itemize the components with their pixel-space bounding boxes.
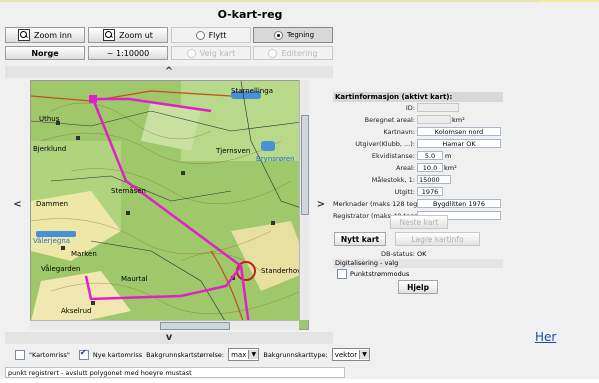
place-label: Vålerjegna xyxy=(33,236,70,245)
app-title: O-kart-reg xyxy=(217,8,283,21)
status-bar: punkt registrert - avslutt polygonet med… xyxy=(5,367,345,378)
next-map-button[interactable]: Neste kart xyxy=(390,215,448,229)
area-unit: km² xyxy=(444,163,457,172)
db-status-label: DB-status: xyxy=(381,250,415,258)
zoom-in-button[interactable]: Zoom inn xyxy=(5,27,85,43)
equidistance-label: Ekvidistanse: xyxy=(371,151,415,160)
map-vertical-scrollbar[interactable] xyxy=(299,80,309,320)
pan-down-button[interactable]: v xyxy=(5,332,333,344)
chevron-down-icon: ▼ xyxy=(248,350,259,359)
choose-map-radio-icon xyxy=(186,48,196,58)
zoom-in-icon xyxy=(18,29,31,41)
bg-size-value: max xyxy=(231,350,247,359)
place-label: Akselrud xyxy=(61,307,92,315)
place-label: Dammen xyxy=(36,200,68,208)
bg-size-label: Bakgrunnskartstørrelse: xyxy=(146,350,225,359)
place-label: Vålegarden xyxy=(41,264,80,273)
area-calc-unit: km² xyxy=(452,115,465,124)
area-label: Areal: xyxy=(396,163,415,172)
scale-button[interactable]: ~ 1:10000 xyxy=(88,46,168,60)
equidistance-field[interactable]: 5.0 xyxy=(417,151,443,160)
map-name-field[interactable]: Kolomsen nord xyxy=(417,127,501,136)
help-button[interactable]: Hjelp xyxy=(398,280,438,294)
new-frames-label: Nye kartomriss xyxy=(92,350,143,359)
zoom-out-button[interactable]: Zoom ut xyxy=(88,27,168,43)
move-radio[interactable]: Flytt xyxy=(171,27,251,43)
country-button[interactable]: Norge xyxy=(5,46,85,60)
pan-left-button[interactable]: < xyxy=(5,80,30,330)
move-label: Flytt xyxy=(208,30,227,40)
point-mode-checkbox[interactable] xyxy=(337,269,347,279)
save-info-button[interactable]: Lagre kartinfo xyxy=(395,232,480,246)
editing-radio[interactable]: Editering xyxy=(253,46,333,60)
place-label: Brynsrøren xyxy=(256,155,295,163)
place-label: Stemåsen xyxy=(111,186,146,195)
zoom-in-label: Zoom inn xyxy=(34,30,72,40)
place-label: Bjerklund xyxy=(33,145,66,153)
scale-label: Målestokk, 1: xyxy=(371,175,415,184)
drawing-label: Tegning xyxy=(286,31,315,39)
chevron-down-icon: ▼ xyxy=(359,350,370,359)
map-view[interactable]: Starnellinga Uthus Bjerklund Tjernsven B… xyxy=(30,80,309,330)
area-calc-field[interactable] xyxy=(417,115,451,124)
publisher-label: Utgiver(Klubb, ...): xyxy=(355,139,415,148)
publisher-field[interactable]: Hamar OK xyxy=(417,139,501,148)
move-radio-icon xyxy=(195,30,205,40)
choose-map-radio[interactable]: Velg kart xyxy=(171,46,251,60)
point-mode-label: Punktstrømmodus xyxy=(350,270,410,278)
place-label: Starnellinga xyxy=(231,87,273,95)
map-name-label: Kartnavn: xyxy=(383,127,415,136)
editing-radio-icon xyxy=(268,48,278,58)
place-label: Tjernsven xyxy=(215,147,250,155)
db-status-value: OK xyxy=(417,250,427,258)
scale-field[interactable]: 15000 xyxy=(417,175,451,184)
pan-right-button[interactable]: > xyxy=(309,80,333,330)
map-frame-label: "Kartomriss" xyxy=(29,350,70,359)
editing-label: Editering xyxy=(281,48,318,58)
new-map-button[interactable]: Nytt kart xyxy=(334,232,386,246)
zoom-out-icon xyxy=(103,29,116,41)
orienteering-map: Starnellinga Uthus Bjerklund Tjernsven B… xyxy=(31,81,308,329)
db-status-row: DB-status: OK xyxy=(333,249,503,259)
bg-type-label: Bakgrunnskarttype: xyxy=(263,350,328,359)
bg-type-select[interactable]: vektor ▼ xyxy=(331,348,371,361)
bg-size-select[interactable]: max ▼ xyxy=(228,348,260,361)
area-calc-label: Beregnet areal: xyxy=(364,115,415,124)
drawing-radio[interactable]: Tegning xyxy=(253,27,333,43)
point-mode-toggle[interactable]: Punktstrømmodus xyxy=(337,269,409,279)
bottom-controls: "Kartomriss" Nye kartomriss Bakgrunnskar… xyxy=(15,348,371,361)
area-field[interactable]: 10.0 xyxy=(417,163,443,172)
notes-label: Merknader (maks 128 tegn): xyxy=(333,199,427,208)
horizontal-scroll-thumb[interactable] xyxy=(160,322,230,330)
place-label: Maurtal xyxy=(121,275,148,283)
here-link[interactable]: Her xyxy=(535,330,556,344)
vertical-scroll-thumb[interactable] xyxy=(301,115,309,215)
bg-type-value: vektor xyxy=(334,350,358,359)
zoom-out-label: Zoom ut xyxy=(119,30,153,40)
published-field[interactable]: 1976 xyxy=(417,187,443,196)
published-label: Utgitt: xyxy=(394,187,415,196)
place-label: Marken xyxy=(71,250,97,258)
map-horizontal-scrollbar[interactable] xyxy=(30,320,299,330)
place-label: Uthus xyxy=(39,115,60,123)
pan-up-button[interactable]: ^ xyxy=(5,66,333,78)
info-header: Kartinformasjon (aktivt kart): xyxy=(333,92,503,102)
id-field[interactable] xyxy=(417,103,459,112)
place-label: Standerhov xyxy=(261,267,301,275)
map-frame-checkbox[interactable] xyxy=(15,349,25,360)
choose-map-label: Velg kart xyxy=(199,48,236,58)
id-label: ID: xyxy=(405,103,415,112)
new-frames-checkbox[interactable] xyxy=(78,348,89,360)
digitizing-label: Digitalisering - valg xyxy=(333,259,503,268)
notes-field[interactable]: Bygdlitten 1976 xyxy=(417,199,501,208)
equidistance-unit: m xyxy=(445,151,452,160)
drawing-radio-icon xyxy=(273,30,283,40)
